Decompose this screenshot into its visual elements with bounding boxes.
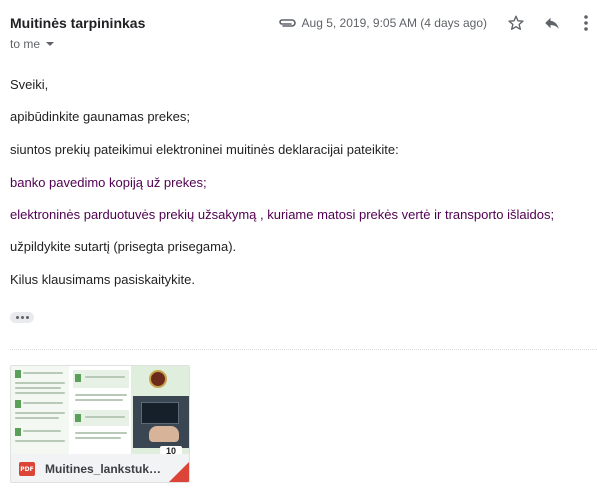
attachment-card[interactable]: 10 PDF Muitines_lankstukas.pdf [10,365,190,483]
file-type-corner-icon [169,462,189,482]
body-line: siuntos prekių pateikimui elektroninei m… [10,142,399,157]
dot [15,316,19,319]
recipient-details-toggle[interactable]: to me [10,37,55,51]
reply-icon [545,17,559,29]
dot [25,316,29,319]
more-vert-icon [584,15,588,31]
body-line: apibūdinkite gaunamas prekes; [10,109,190,124]
body-line: užpildykite sutartį (prisegta prisegama)… [10,239,237,254]
attachment-thumbnail: 10 [11,366,189,454]
body-line-greeting: Sveiki, [10,77,49,92]
message-date: Aug 5, 2019, 9:05 AM (4 days ago) [301,16,487,30]
star-icon [508,15,524,30]
star-button[interactable] [503,10,529,36]
recipient-label: to me [10,37,41,51]
thumbnail-page-number: 10 [160,446,182,454]
body-line-quoted: elektroninės parduotuvės prekių užsakymą… [10,207,555,222]
body-line-quoted: banko pavedimo kopiją už prekes; [10,175,207,190]
show-trimmed-content-button[interactable] [10,312,34,323]
reply-button[interactable] [539,10,565,36]
chevron-down-icon [46,42,55,46]
paperclip-icon [276,13,298,33]
attachments-divider [10,349,597,350]
message-meta: Aug 5, 2019, 9:05 AM (4 days ago) [276,8,597,38]
more-options-button[interactable] [575,10,597,36]
body-line: Kilus klausimams pasiskaitykite. [10,272,195,287]
sender-name[interactable]: Muitinės tarpininkas [10,15,145,31]
attachment-caption: PDF Muitines_lankstukas.pdf [11,454,189,482]
emblem-seal [149,370,167,388]
attachment-filename: Muitines_lankstukas.pdf [45,462,165,476]
message-header: Muitinės tarpininkas to me Aug 5, 2019, … [0,0,597,60]
pdf-icon: PDF [19,462,35,476]
dot [20,316,24,319]
